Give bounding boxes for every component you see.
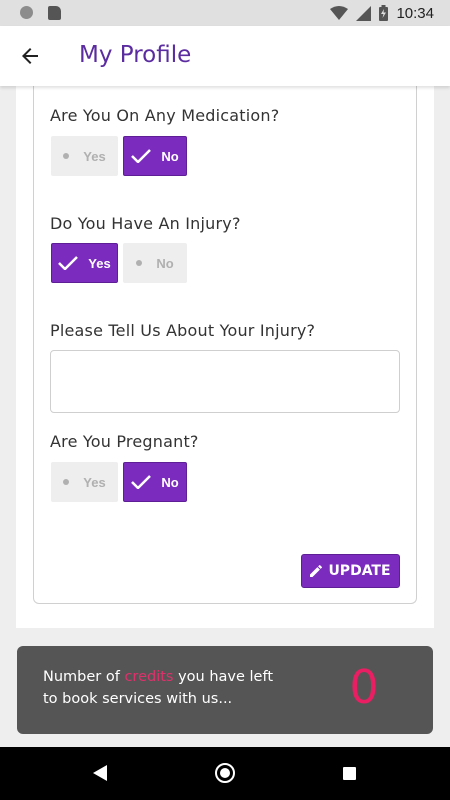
notification-dot-icon (20, 6, 33, 19)
nav-back-icon[interactable] (93, 765, 107, 781)
injury-details-textarea[interactable] (50, 350, 400, 413)
credits-panel: Number of credits you have left to book … (17, 646, 433, 734)
toggle-label: Yes (83, 148, 106, 164)
medication-yes-toggle[interactable]: Yes (51, 136, 118, 176)
pregnant-no-toggle[interactable]: No (123, 462, 187, 502)
system-nav-bar (0, 747, 450, 800)
status-bar: 10:34 (0, 0, 450, 26)
back-arrow-icon[interactable] (18, 44, 42, 68)
injury-question: Do You Have An Injury? (50, 214, 241, 233)
pregnant-yes-toggle[interactable]: Yes (51, 462, 118, 502)
toggle-label: No (156, 255, 174, 271)
toggle-label: No (161, 148, 179, 164)
injury-details-question: Please Tell Us About Your Injury? (50, 321, 316, 340)
toggle-label: Yes (83, 474, 106, 490)
page-title: My Profile (79, 42, 192, 68)
credits-text-before: Number of (43, 669, 125, 685)
medication-no-toggle[interactable]: No (123, 136, 187, 176)
signal-icon (356, 5, 372, 21)
wifi-icon (330, 5, 349, 20)
update-button[interactable]: UPDATE (301, 554, 400, 588)
credits-count: 0 (349, 660, 379, 714)
injury-yes-toggle[interactable]: Yes (51, 243, 118, 283)
injury-no-toggle[interactable]: No (123, 243, 187, 283)
update-button-label: UPDATE (328, 563, 391, 579)
unselected-dot-icon (136, 260, 143, 266)
sd-card-icon (48, 6, 61, 20)
checkmark-icon (131, 149, 152, 163)
pencil-icon (310, 565, 323, 577)
toggle-label: No (161, 474, 179, 490)
nav-recents-icon[interactable] (343, 767, 356, 780)
clock-time: 10:34 (396, 4, 434, 22)
medication-question: Are You On Any Medication? (50, 106, 280, 125)
profile-content: Are You On Any Medication? Yes No Do You… (0, 86, 450, 747)
unselected-dot-icon (63, 479, 70, 485)
credits-description: Number of credits you have left to book … (43, 666, 283, 710)
credits-highlight: credits (124, 669, 174, 685)
battery-icon (379, 5, 389, 21)
checkmark-icon (58, 256, 79, 270)
app-bar: My Profile (0, 26, 450, 86)
toggle-label: Yes (88, 255, 111, 271)
checkmark-icon (131, 475, 152, 489)
nav-home-icon[interactable] (215, 763, 235, 783)
pregnant-question: Are You Pregnant? (50, 432, 199, 451)
unselected-dot-icon (63, 153, 70, 159)
